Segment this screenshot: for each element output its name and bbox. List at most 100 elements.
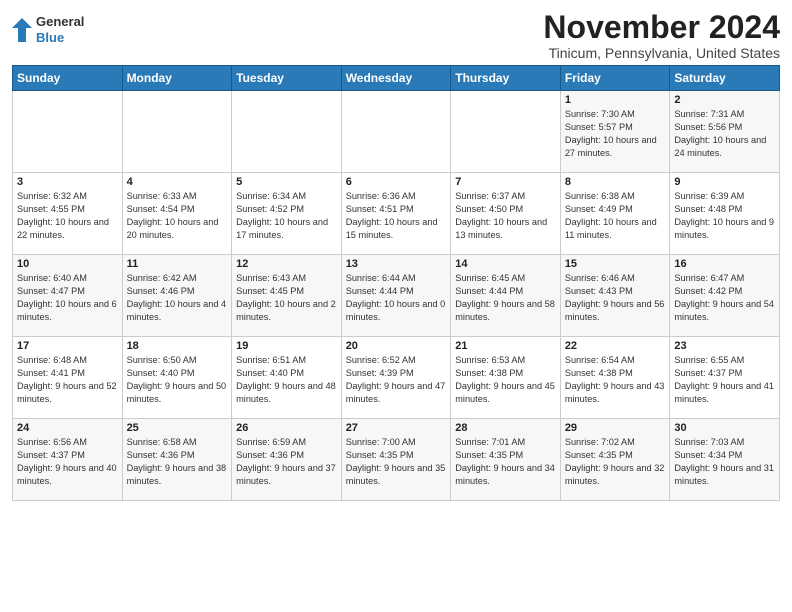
calendar-cell: 26 Sunrise: 6:59 AM Sunset: 4:36 PM Dayli…	[232, 419, 342, 501]
calendar-week-4: 24 Sunrise: 6:56 AM Sunset: 4:37 PM Dayli…	[13, 419, 780, 501]
day-number: 28	[455, 422, 556, 434]
day-number: 23	[674, 340, 775, 352]
month-title: November 2024	[543, 10, 780, 45]
day-number: 11	[127, 258, 228, 270]
calendar-cell: 20Sunrise: 6:52 AM Sunset: 4:39 PM Dayli…	[341, 337, 451, 419]
day-number: 9	[674, 176, 775, 188]
calendar-cell: 11Sunrise: 6:42 AM Sunset: 4:46 PM Dayli…	[122, 255, 232, 337]
day-info: Sunrise: 6:37 AM Sunset: 4:50 PM Dayligh…	[455, 190, 556, 242]
header-saturday: Saturday	[670, 66, 780, 91]
day-number: 7	[455, 176, 556, 188]
day-number: 4	[127, 176, 228, 188]
day-info: Sunrise: 6:56 AM Sunset: 4:37 PM Dayligh…	[17, 436, 118, 488]
calendar-cell: 18 Sunrise: 6:50 AM Sunset: 4:40 PM Dayli…	[122, 337, 232, 419]
header-sunday: Sunday	[13, 66, 123, 91]
header-wednesday: Wednesday	[341, 66, 451, 91]
day-number: 27	[346, 422, 447, 434]
calendar-cell: 24 Sunrise: 6:56 AM Sunset: 4:37 PM Dayli…	[13, 419, 123, 501]
calendar-cell: 4Sunrise: 6:33 AM Sunset: 4:54 PM Daylig…	[122, 173, 232, 255]
header-thursday: Thursday	[451, 66, 561, 91]
day-info: Sunrise: 6:48 AM Sunset: 4:41 PM Dayligh…	[17, 354, 118, 406]
subtitle: Tinicum, Pennsylvania, United States	[543, 45, 780, 61]
day-number: 25	[127, 422, 228, 434]
calendar-cell: 21 Sunrise: 6:53 AM Sunset: 4:38 PM Dayli…	[451, 337, 561, 419]
calendar-cell	[122, 91, 232, 173]
day-number: 22	[565, 340, 666, 352]
day-number: 24	[17, 422, 118, 434]
calendar-cell: 16Sunrise: 6:47 AM Sunset: 4:42 PM Dayli…	[670, 255, 780, 337]
day-info: Sunrise: 6:55 AM Sunset: 4:37 PM Dayligh…	[674, 354, 775, 406]
day-info: Sunrise: 6:43 AM Sunset: 4:45 PM Dayligh…	[236, 272, 337, 324]
logo-bird-icon	[12, 18, 32, 42]
day-info: Sunrise: 6:40 AM Sunset: 4:47 PM Dayligh…	[17, 272, 118, 324]
day-info: Sunrise: 6:52 AM Sunset: 4:39 PM Dayligh…	[346, 354, 447, 406]
day-info: Sunrise: 6:36 AM Sunset: 4:51 PM Dayligh…	[346, 190, 447, 242]
header-monday: Monday	[122, 66, 232, 91]
day-number: 15	[565, 258, 666, 270]
day-number: 3	[17, 176, 118, 188]
day-info: Sunrise: 7:31 AM Sunset: 5:56 PM Dayligh…	[674, 108, 775, 160]
calendar-cell: 29 Sunrise: 7:02 AM Sunset: 4:35 PM Dayli…	[560, 419, 670, 501]
calendar-cell: 8 Sunrise: 6:38 AM Sunset: 4:49 PM Daylig…	[560, 173, 670, 255]
day-number: 13	[346, 258, 447, 270]
calendar-cell: 12 Sunrise: 6:43 AM Sunset: 4:45 PM Dayli…	[232, 255, 342, 337]
calendar-cell: 22 Sunrise: 6:54 AM Sunset: 4:38 PM Dayli…	[560, 337, 670, 419]
day-number: 10	[17, 258, 118, 270]
calendar-cell: 25Sunrise: 6:58 AM Sunset: 4:36 PM Dayli…	[122, 419, 232, 501]
day-number: 8	[565, 176, 666, 188]
calendar-cell	[13, 91, 123, 173]
day-info: Sunrise: 6:34 AM Sunset: 4:52 PM Dayligh…	[236, 190, 337, 242]
header-friday: Friday	[560, 66, 670, 91]
calendar-cell	[232, 91, 342, 173]
calendar-cell: 10 Sunrise: 6:40 AM Sunset: 4:47 PM Dayli…	[13, 255, 123, 337]
calendar-cell: 13 Sunrise: 6:44 AM Sunset: 4:44 PM Dayli…	[341, 255, 451, 337]
calendar-cell: 28 Sunrise: 7:01 AM Sunset: 4:35 PM Dayli…	[451, 419, 561, 501]
calendar-week-0: 1 Sunrise: 7:30 AM Sunset: 5:57 PM Daylig…	[13, 91, 780, 173]
calendar-cell: 6 Sunrise: 6:36 AM Sunset: 4:51 PM Daylig…	[341, 173, 451, 255]
logo-text: General Blue	[12, 14, 84, 45]
day-number: 16	[674, 258, 775, 270]
day-info: Sunrise: 6:51 AM Sunset: 4:40 PM Dayligh…	[236, 354, 337, 406]
day-number: 18	[127, 340, 228, 352]
header: General Blue November 2024 Tinicum, Penn…	[12, 10, 780, 61]
day-info: Sunrise: 6:38 AM Sunset: 4:49 PM Dayligh…	[565, 190, 666, 242]
day-info: Sunrise: 6:54 AM Sunset: 4:38 PM Dayligh…	[565, 354, 666, 406]
calendar-week-1: 3Sunrise: 6:32 AM Sunset: 4:55 PM Daylig…	[13, 173, 780, 255]
day-number: 21	[455, 340, 556, 352]
day-info: Sunrise: 7:03 AM Sunset: 4:34 PM Dayligh…	[674, 436, 775, 488]
day-number: 12	[236, 258, 337, 270]
day-info: Sunrise: 6:45 AM Sunset: 4:44 PM Dayligh…	[455, 272, 556, 324]
logo: General Blue	[12, 14, 84, 45]
calendar-cell: 1 Sunrise: 7:30 AM Sunset: 5:57 PM Daylig…	[560, 91, 670, 173]
calendar-header-row: Sunday Monday Tuesday Wednesday Thursday…	[13, 66, 780, 91]
day-info: Sunrise: 6:59 AM Sunset: 4:36 PM Dayligh…	[236, 436, 337, 488]
day-info: Sunrise: 6:53 AM Sunset: 4:38 PM Dayligh…	[455, 354, 556, 406]
calendar-cell: 3Sunrise: 6:32 AM Sunset: 4:55 PM Daylig…	[13, 173, 123, 255]
day-number: 6	[346, 176, 447, 188]
day-number: 26	[236, 422, 337, 434]
day-number: 17	[17, 340, 118, 352]
calendar-cell: 27Sunrise: 7:00 AM Sunset: 4:35 PM Dayli…	[341, 419, 451, 501]
calendar-cell: 19Sunrise: 6:51 AM Sunset: 4:40 PM Dayli…	[232, 337, 342, 419]
calendar-week-2: 10 Sunrise: 6:40 AM Sunset: 4:47 PM Dayli…	[13, 255, 780, 337]
calendar-cell: 7 Sunrise: 6:37 AM Sunset: 4:50 PM Daylig…	[451, 173, 561, 255]
calendar-table: Sunday Monday Tuesday Wednesday Thursday…	[12, 65, 780, 501]
calendar-cell: 5 Sunrise: 6:34 AM Sunset: 4:52 PM Daylig…	[232, 173, 342, 255]
day-info: Sunrise: 6:46 AM Sunset: 4:43 PM Dayligh…	[565, 272, 666, 324]
day-info: Sunrise: 7:30 AM Sunset: 5:57 PM Dayligh…	[565, 108, 666, 160]
day-number: 5	[236, 176, 337, 188]
day-info: Sunrise: 7:02 AM Sunset: 4:35 PM Dayligh…	[565, 436, 666, 488]
day-info: Sunrise: 6:39 AM Sunset: 4:48 PM Dayligh…	[674, 190, 775, 242]
calendar-cell: 14Sunrise: 6:45 AM Sunset: 4:44 PM Dayli…	[451, 255, 561, 337]
calendar-cell: 15 Sunrise: 6:46 AM Sunset: 4:43 PM Dayli…	[560, 255, 670, 337]
calendar-cell	[341, 91, 451, 173]
day-info: Sunrise: 7:01 AM Sunset: 4:35 PM Dayligh…	[455, 436, 556, 488]
page: General Blue November 2024 Tinicum, Penn…	[0, 0, 792, 511]
day-info: Sunrise: 6:44 AM Sunset: 4:44 PM Dayligh…	[346, 272, 447, 324]
day-number: 1	[565, 94, 666, 106]
calendar-cell: 23 Sunrise: 6:55 AM Sunset: 4:37 PM Dayli…	[670, 337, 780, 419]
day-info: Sunrise: 6:50 AM Sunset: 4:40 PM Dayligh…	[127, 354, 228, 406]
calendar-cell: 17 Sunrise: 6:48 AM Sunset: 4:41 PM Dayli…	[13, 337, 123, 419]
calendar-cell: 30Sunrise: 7:03 AM Sunset: 4:34 PM Dayli…	[670, 419, 780, 501]
day-number: 29	[565, 422, 666, 434]
